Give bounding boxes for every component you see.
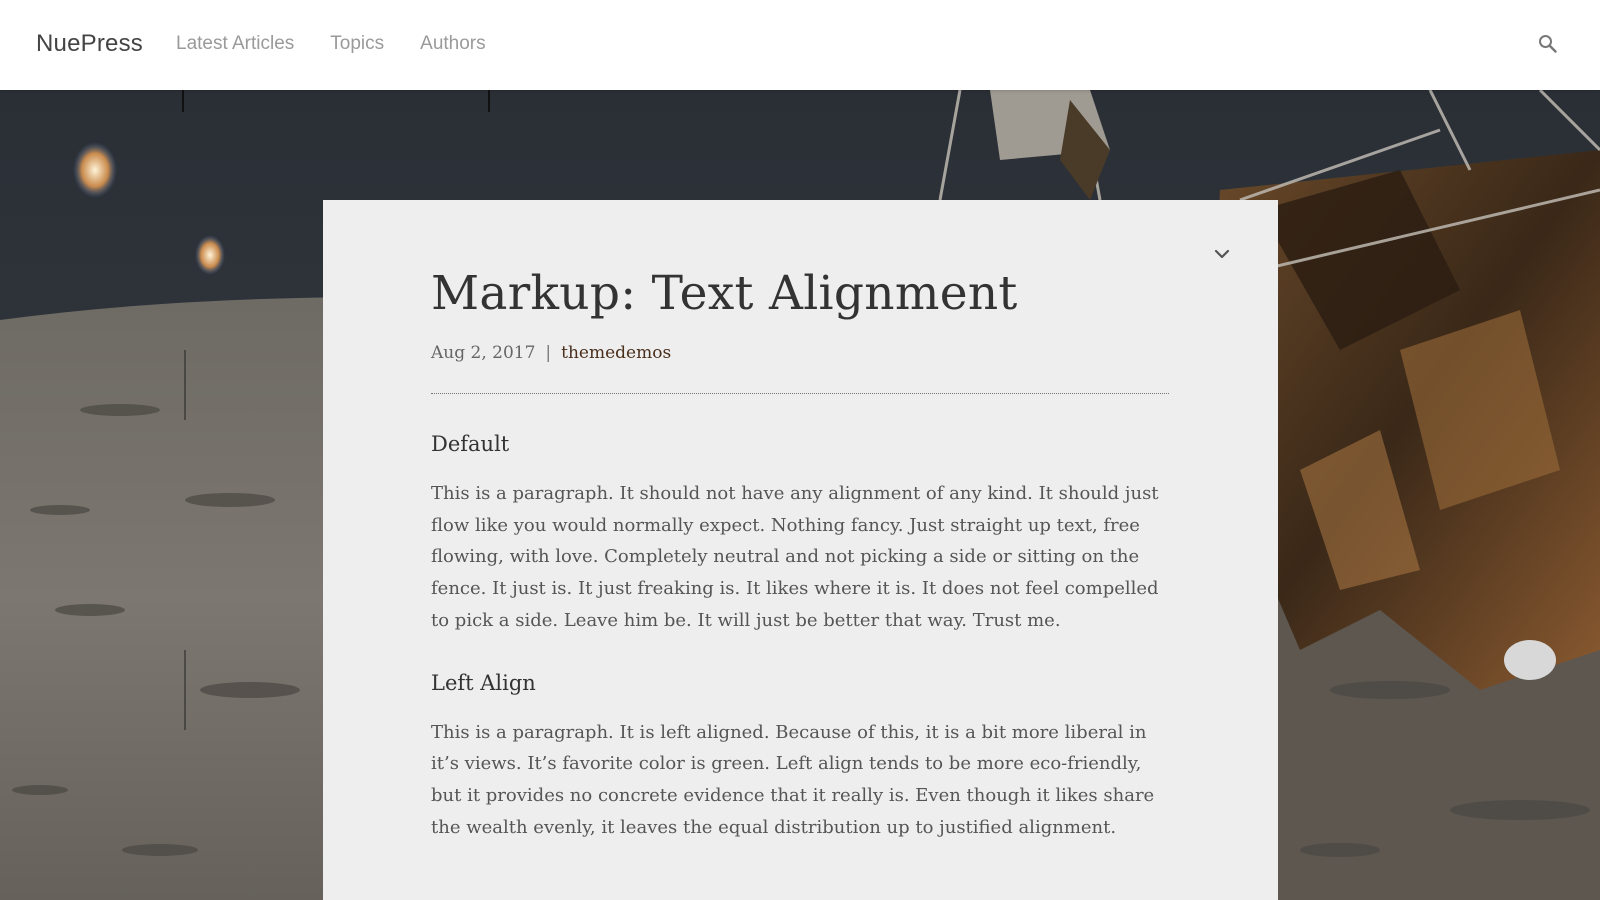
site-brand-link[interactable]: NuePress [36, 30, 143, 58]
meta-separator: | [545, 343, 552, 363]
post-date: Aug 2, 2017 [431, 343, 536, 363]
article-content: Markup: Text Alignment Aug 2, 2017 | the… [431, 266, 1169, 843]
nav-topics[interactable]: Topics [330, 33, 384, 55]
chevron-down-icon[interactable] [1210, 242, 1234, 266]
author-link[interactable]: themedemos [561, 343, 671, 363]
section-paragraph: This is a paragraph. It should not have … [431, 483, 1159, 631]
top-navigation-bar: NuePress Latest Articles Topics Authors [0, 0, 1600, 90]
main-nav: Latest Articles Topics Authors [176, 33, 486, 55]
section-heading: Left Align [431, 670, 536, 695]
search-icon[interactable] [1536, 32, 1560, 56]
section-paragraph: This is a paragraph. It is left aligned.… [431, 721, 1155, 838]
nav-latest-articles[interactable]: Latest Articles [176, 33, 294, 55]
nav-authors[interactable]: Authors [420, 33, 485, 55]
divider [431, 393, 1169, 394]
article-card: Markup: Text Alignment Aug 2, 2017 | the… [323, 200, 1278, 900]
section-heading: Default [431, 432, 510, 456]
article-title: Markup: Text Alignment [431, 266, 1018, 321]
article-meta: Aug 2, 2017 | themedemos [431, 343, 1169, 363]
